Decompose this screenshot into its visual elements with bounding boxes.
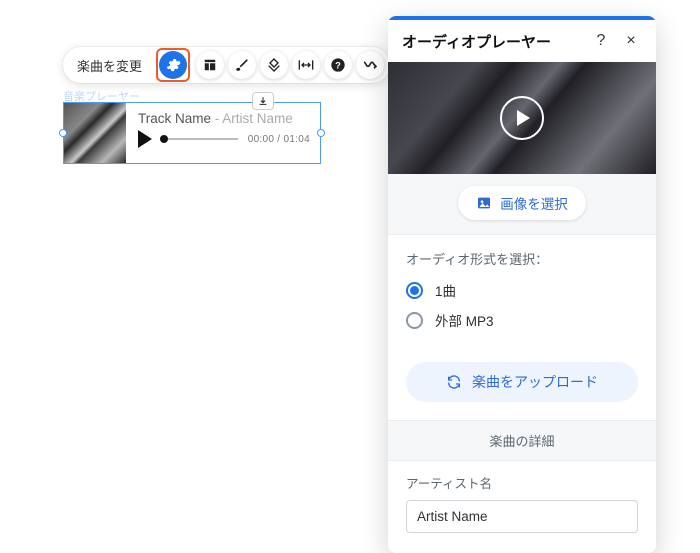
upload-track-button[interactable]: 楽曲をアップロード: [406, 362, 638, 402]
panel-title: オーディオプレーヤー: [402, 31, 582, 52]
radio-icon-selected: [406, 282, 423, 299]
layout-button[interactable]: [196, 51, 224, 79]
upload-row: 楽曲をアップロード: [388, 344, 656, 420]
progress-bar[interactable]: [162, 138, 238, 140]
question-icon: ?: [330, 57, 346, 73]
album-art: [64, 103, 126, 163]
artist-field-block: アーティスト名: [388, 461, 656, 553]
design-button[interactable]: [228, 51, 256, 79]
select-image-label: 画像を選択: [500, 193, 568, 213]
brush-icon: [235, 58, 249, 72]
preview-play-button[interactable]: [500, 96, 544, 140]
time-display: 00:00 / 01:04: [248, 134, 310, 145]
help-button[interactable]: ?: [324, 51, 352, 79]
settings-button[interactable]: [159, 51, 187, 79]
track-name: Track Name: [138, 111, 211, 126]
radio-external-mp3[interactable]: 外部 MP3: [406, 310, 638, 330]
select-image-row: 画像を選択: [388, 174, 656, 235]
upload-track-label: 楽曲をアップロード: [472, 372, 598, 392]
diamond-stack-icon: [266, 57, 282, 73]
play-button[interactable]: [138, 130, 152, 148]
audio-format-label: オーディオ形式を選択：: [406, 249, 638, 268]
select-image-button[interactable]: 画像を選択: [458, 186, 586, 220]
stretch-icon: [298, 59, 314, 71]
svg-text:?: ?: [335, 60, 341, 70]
player-body: Track Name - Artist Name 00:00 / 01:04: [126, 103, 320, 163]
panel-close-button[interactable]: ×: [620, 30, 642, 52]
refresh-icon: [446, 374, 462, 390]
animation-button[interactable]: [260, 51, 288, 79]
radio-single-label: 1曲: [435, 280, 456, 300]
audio-player-widget[interactable]: Track Name - Artist Name 00:00 / 01:04: [63, 102, 321, 164]
settings-button-highlight: [156, 48, 190, 82]
image-icon: [476, 195, 492, 211]
radio-icon-unselected: [406, 312, 423, 329]
radio-external-label: 外部 MP3: [435, 310, 494, 330]
gear-icon: [165, 57, 181, 73]
change-track-button[interactable]: 楽曲を変更: [77, 56, 150, 75]
panel-preview: [388, 62, 656, 174]
artist-name: Artist Name: [222, 111, 293, 126]
audio-player-settings-panel: オーディオプレーヤー ? × 画像を選択 オーディオ形式を選択： 1曲 外部 M…: [388, 16, 656, 553]
layout-icon: [203, 58, 217, 72]
squiggle-arrow-icon: [362, 57, 378, 73]
radio-single-track[interactable]: 1曲: [406, 280, 638, 300]
artist-name-input[interactable]: [406, 500, 638, 533]
track-details-header: 楽曲の詳細: [388, 420, 656, 461]
separator: -: [211, 111, 222, 126]
audio-format-section: オーディオ形式を選択： 1曲 外部 MP3: [388, 235, 656, 344]
play-icon: [517, 110, 530, 126]
panel-header: オーディオプレーヤー ? ×: [388, 20, 656, 62]
artist-field-label: アーティスト名: [406, 473, 638, 492]
resize-handle-left[interactable]: [59, 129, 67, 137]
more-button[interactable]: [356, 51, 384, 79]
editor-toolbar: 楽曲を変更 ?: [63, 47, 390, 83]
track-title-line: Track Name - Artist Name: [138, 111, 310, 126]
panel-help-button[interactable]: ?: [590, 30, 612, 52]
stretch-button[interactable]: [292, 51, 320, 79]
